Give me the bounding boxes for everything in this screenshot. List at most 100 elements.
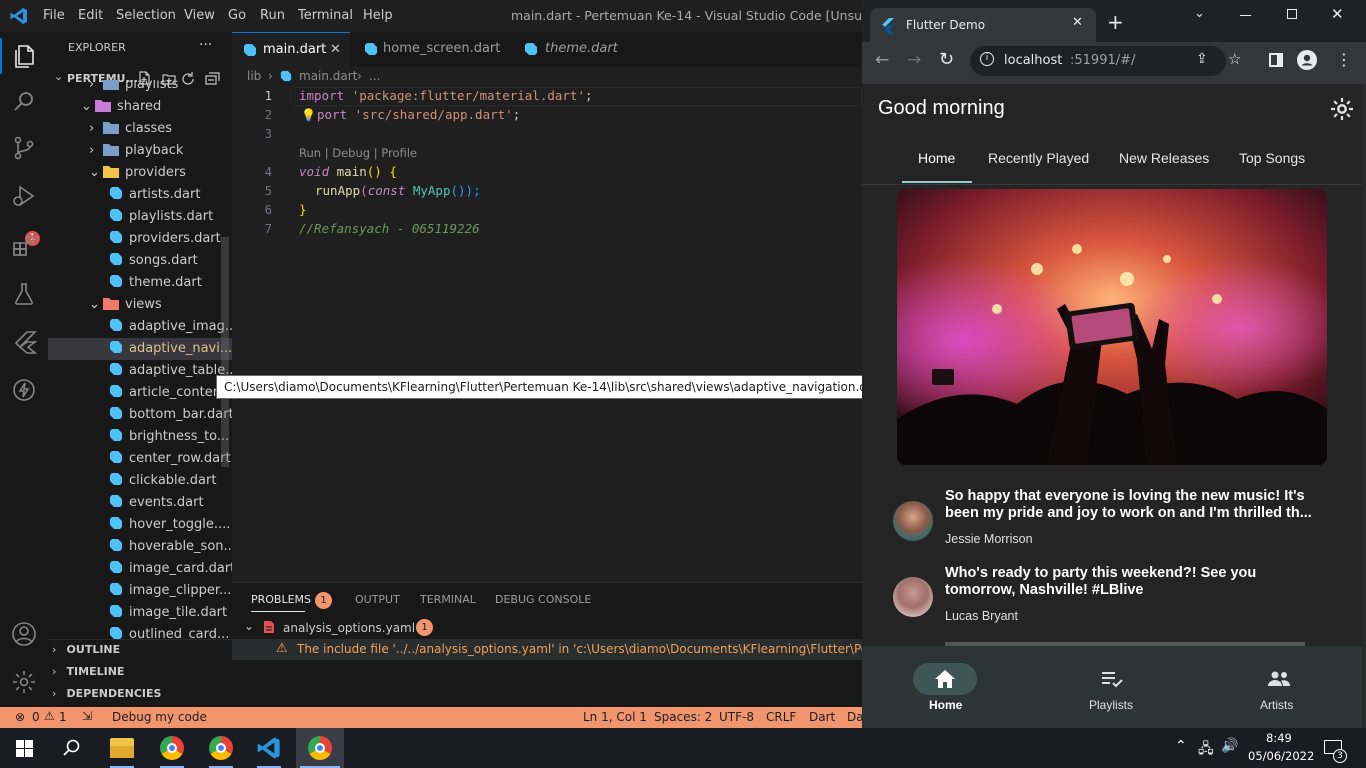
menu-view[interactable]: View [184, 8, 215, 23]
tree-folder[interactable]: ⌄ shared [48, 96, 232, 118]
tab-home-screen[interactable]: home_screen.dart [350, 32, 500, 67]
timeline-section[interactable]: › TIMELINE [52, 664, 124, 684]
code-editor[interactable]: lib › main.dart › ... 1 2 3 4 5 6 7 impo… [232, 67, 862, 582]
tree-file[interactable]: outlined_card... [48, 624, 232, 640]
vscode-taskbar-icon[interactable] [257, 736, 281, 760]
maximize-icon[interactable] [1287, 9, 1297, 19]
avatar[interactable] [893, 501, 933, 541]
more-actions-icon[interactable]: ··· [199, 37, 212, 53]
hero-concert-image[interactable] [897, 189, 1327, 465]
tree-file[interactable]: image_card.dart [48, 558, 232, 580]
nav-playlists-label[interactable]: Playlists [1089, 698, 1133, 712]
close-window-icon[interactable]: ✕ [1331, 5, 1344, 23]
nav-home-label[interactable]: Home [929, 698, 962, 712]
volume-icon[interactable]: 🔊 [1221, 738, 1238, 754]
bookmark-star-icon[interactable]: ☆ [1228, 50, 1241, 68]
tree-file[interactable]: clickable.dart [48, 470, 232, 492]
post-author[interactable]: Jessie Morrison [945, 532, 1033, 546]
file-explorer-icon[interactable] [110, 738, 134, 758]
app-tab-new-releases[interactable]: New Releases [1119, 150, 1209, 166]
forward-icon[interactable]: → [907, 50, 921, 70]
playlist-icon[interactable] [1101, 670, 1123, 688]
chrome-profile-icon[interactable] [209, 736, 233, 760]
tree-file[interactable]: adaptive_navi... [48, 338, 232, 360]
app-tab-home[interactable]: Home [918, 150, 955, 166]
close-tab-icon[interactable]: ✕ [1072, 15, 1083, 30]
search-icon[interactable] [63, 739, 81, 757]
close-icon[interactable]: ✕ [330, 33, 341, 67]
post-text[interactable]: So happy that everyone is loving the new… [945, 488, 1345, 522]
tab-main-dart[interactable]: main.dart ✕ [232, 32, 350, 67]
tree-folder[interactable]: › classes [48, 118, 232, 140]
tree-file[interactable]: songs.dart [48, 250, 232, 272]
page-scrollbar[interactable] [1362, 84, 1366, 728]
tray-chevron-icon[interactable]: ⌃ [1175, 738, 1187, 754]
codelens[interactable]: Run | Debug | Profile [299, 146, 417, 160]
profile-avatar-icon[interactable] [1297, 50, 1317, 70]
tree-folder[interactable]: › playback [48, 140, 232, 162]
account-icon[interactable] [10, 620, 38, 648]
tree-file[interactable]: center_row.dart [48, 448, 232, 470]
tree-file[interactable]: brightness_to... [48, 426, 232, 448]
browser-tab[interactable]: Flutter Demo ✕ [870, 8, 1096, 42]
problem-file-row[interactable]: ⌄ analysis_options.yaml 1 [232, 618, 862, 638]
extensions-icon[interactable] [10, 232, 38, 260]
chrome-active-icon[interactable] [308, 736, 332, 760]
tree-file[interactable]: image_clipper.... [48, 580, 232, 602]
lightning-icon[interactable] [10, 376, 38, 404]
tree-file[interactable]: theme.dart [48, 272, 232, 294]
search-icon[interactable] [10, 88, 38, 116]
post-author[interactable]: Lucas Bryant [945, 609, 1018, 623]
reload-icon[interactable]: ↻ [939, 49, 954, 70]
settings-gear-icon[interactable] [10, 668, 38, 696]
flutter-icon[interactable] [10, 328, 38, 356]
clock-time[interactable]: 8:49 [1266, 731, 1292, 745]
tree-file[interactable]: events.dart [48, 492, 232, 514]
app-tab-recently-played[interactable]: Recently Played [988, 150, 1089, 166]
address-bar[interactable]: i localhost :51991/#/ [970, 46, 1226, 76]
menu-file[interactable]: File [43, 8, 65, 23]
chrome-icon[interactable] [160, 736, 184, 760]
menu-run[interactable]: Run [260, 8, 285, 23]
windows-start-icon[interactable] [16, 740, 33, 757]
new-tab-icon[interactable]: + [1107, 10, 1124, 34]
warning-count[interactable]: 1 [59, 710, 67, 724]
error-count[interactable]: 0 [32, 710, 40, 724]
breadcrumb-symbol[interactable]: ... [369, 69, 380, 83]
debug-status[interactable]: Debug my code [112, 710, 207, 724]
outline-section[interactable]: › OUTLINE [52, 642, 120, 662]
site-info-icon[interactable]: i [980, 52, 994, 66]
clock-date[interactable]: 05/06/2022 [1248, 749, 1314, 763]
share-icon[interactable]: ⇪ [1196, 51, 1208, 67]
panel-tab-terminal[interactable]: TERMINAL [420, 593, 476, 606]
tab-theme[interactable]: theme.dart [498, 32, 618, 67]
home-icon[interactable] [934, 669, 956, 689]
app-tab-top-songs[interactable]: Top Songs [1239, 150, 1305, 166]
testing-icon[interactable] [10, 280, 38, 308]
tree-scrollbar[interactable] [221, 237, 229, 467]
tree-file[interactable]: playlists.dart [48, 206, 232, 228]
tab-search-icon[interactable]: ⌄ [1194, 6, 1205, 21]
tree-file[interactable]: image_tile.dart [48, 602, 232, 624]
language-mode[interactable]: Dart [809, 710, 835, 724]
post-text[interactable]: Who's ready to party this weekend?! See … [945, 565, 1345, 599]
tree-folder[interactable]: ⌄ providers [48, 162, 232, 184]
explorer-icon[interactable] [10, 42, 38, 70]
breadcrumb-file[interactable]: main.dart [299, 69, 357, 83]
panel-tab-problems[interactable]: PROBLEMS [251, 593, 311, 606]
avatar[interactable] [893, 577, 933, 617]
side-panel-icon[interactable] [1269, 53, 1283, 67]
breadcrumb-lib[interactable]: lib [247, 69, 261, 83]
panel-tab-output[interactable]: OUTPUT [355, 593, 400, 606]
menu-selection[interactable]: Selection [116, 8, 176, 23]
tree-file[interactable]: adaptive_imag... [48, 316, 232, 338]
run-debug-icon[interactable] [10, 182, 38, 210]
tree-file[interactable]: bottom_bar.dart [48, 404, 232, 426]
menu-edit[interactable]: Edit [78, 8, 103, 23]
problem-row[interactable]: ⚠ The include file '../../analysis_optio… [232, 639, 862, 660]
menu-help[interactable]: Help [363, 8, 393, 23]
back-icon[interactable]: ← [875, 50, 889, 70]
line-ending[interactable]: CRLF [766, 710, 796, 724]
menu-go[interactable]: Go [228, 8, 246, 23]
nav-artists-label[interactable]: Artists [1260, 698, 1293, 712]
